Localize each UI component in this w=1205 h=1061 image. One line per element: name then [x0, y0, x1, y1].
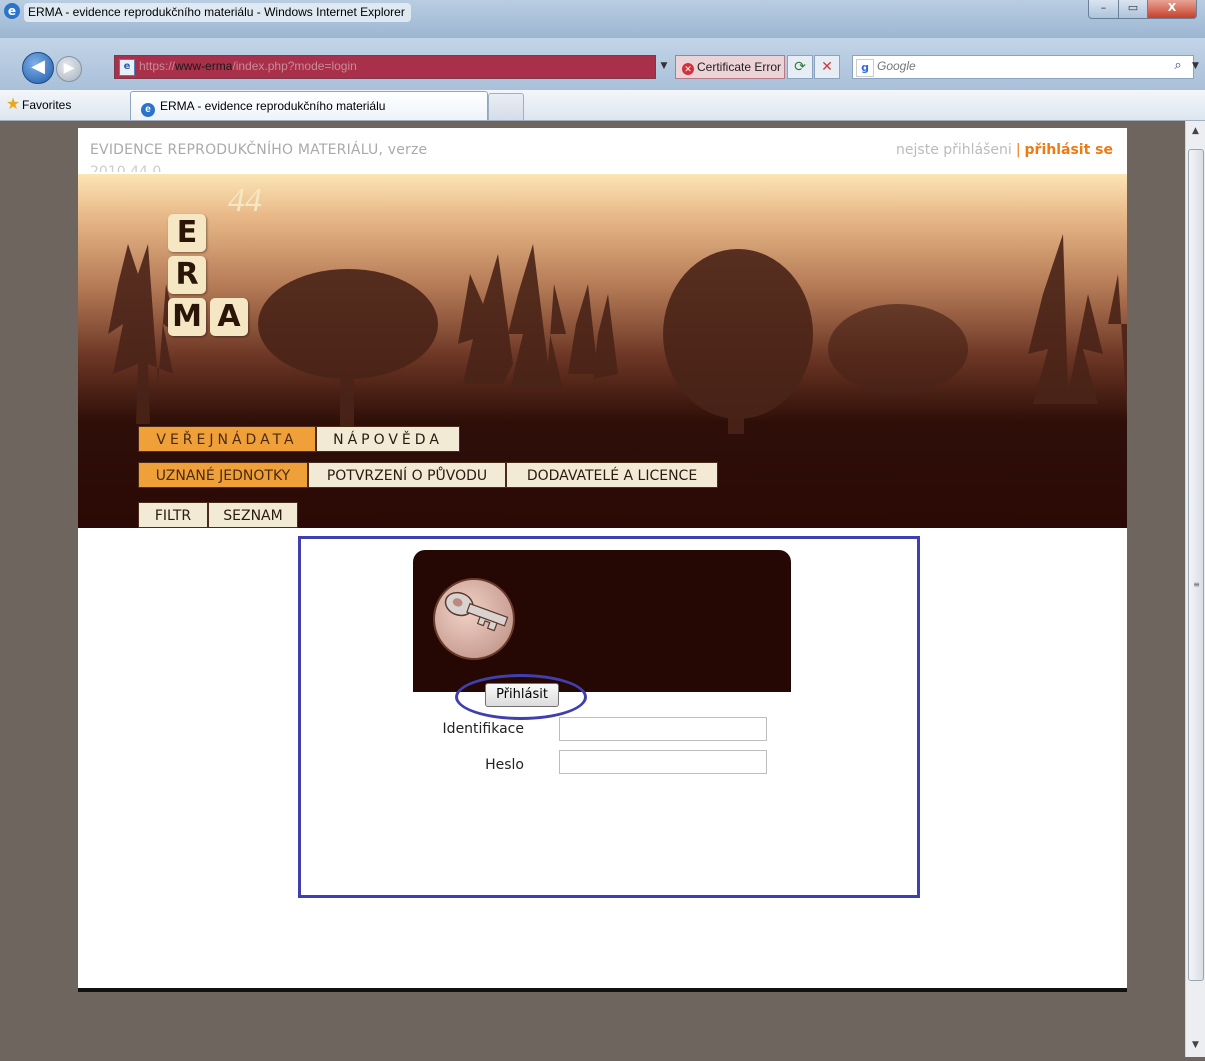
- search-input[interactable]: Google: [877, 59, 916, 73]
- window-title: ERMA - evidence reprodukčního materiálu …: [24, 3, 411, 22]
- login-key-panel: [413, 550, 791, 692]
- nav-tab-potvrzeni-o-puvodu[interactable]: POTVRZENÍ O PŮVODU: [308, 462, 506, 488]
- scroll-thumb[interactable]: ≡: [1188, 149, 1204, 981]
- key-icon: [433, 578, 515, 660]
- page-bottom-border: [78, 988, 1127, 992]
- close-button[interactable]: X: [1147, 0, 1197, 19]
- favorites-label: Favorites: [22, 98, 72, 112]
- ie-icon: e: [141, 103, 155, 117]
- nav-tab-dodavatele-a-licence[interactable]: DODAVATELÉ A LICENCE: [506, 462, 718, 488]
- star-icon: ★: [5, 96, 21, 113]
- certificate-error-button[interactable]: ✕ Certificate Error: [675, 55, 785, 79]
- refresh-button[interactable]: ⟳: [787, 55, 813, 79]
- status-separator: |: [1015, 142, 1021, 158]
- certificate-error-label: Certificate Error: [697, 60, 782, 74]
- url-suffix: /index.php?mode=login: [232, 59, 357, 73]
- address-text[interactable]: https://www-erma/index.php?mode=login: [139, 59, 357, 73]
- url-prefix: https://: [139, 59, 176, 73]
- nav-tab-seznam[interactable]: SEZNAM: [208, 502, 298, 528]
- heslo-field[interactable]: [559, 750, 767, 774]
- new-tab-button[interactable]: [488, 93, 524, 120]
- browser-tab-active[interactable]: e ERMA - evidence reprodukčního materiálu: [130, 91, 488, 120]
- vertical-scrollbar[interactable]: ▲ ≡ ▼: [1185, 121, 1205, 1057]
- ie-icon: e: [4, 3, 20, 19]
- status-text: nejste přihlášeni: [896, 142, 1012, 158]
- logo-letter-e: E: [168, 214, 206, 252]
- forward-arrow-icon: ▶: [63, 60, 75, 76]
- app-version-title: EVIDENCE REPRODUKČNÍHO MATERIÁLU, verze: [90, 142, 428, 158]
- scroll-down-icon[interactable]: ▼: [1186, 1035, 1205, 1055]
- back-button[interactable]: ◀: [22, 52, 54, 84]
- login-status: nejste přihlášeni | přihlásit se: [896, 142, 1113, 158]
- refresh-icon: ⟳: [794, 59, 806, 75]
- heslo-label: Heslo: [485, 757, 524, 773]
- search-box[interactable]: g Google: [852, 55, 1194, 79]
- page-icon: e: [119, 59, 135, 76]
- logo-letter-a: A: [210, 298, 248, 336]
- maximize-button[interactable]: ▭: [1118, 0, 1148, 19]
- identifikace-label: Identifikace: [442, 721, 524, 737]
- scroll-up-icon[interactable]: ▲: [1186, 121, 1205, 141]
- identifikace-field[interactable]: [559, 717, 767, 741]
- nav-tab-uznane-jednotky[interactable]: UZNANÉ JEDNOTKY: [138, 462, 308, 488]
- nav-tab-filtr[interactable]: FILTR: [138, 502, 208, 528]
- address-bar[interactable]: e https://www-erma/index.php?mode=login: [114, 55, 656, 79]
- logo-number: 44: [228, 182, 262, 219]
- forward-button[interactable]: ▶: [56, 56, 82, 82]
- search-icon[interactable]: ⌕: [1170, 57, 1186, 75]
- logo-letter-r: R: [168, 256, 206, 294]
- stop-button[interactable]: ✕: [814, 55, 840, 79]
- minimize-button[interactable]: –: [1088, 0, 1119, 19]
- nav-tab-verejna-data[interactable]: VEŘEJNÁDATA: [138, 426, 316, 452]
- favorites-button[interactable]: ★ Favorites: [4, 94, 75, 116]
- certificate-error-icon: ✕: [682, 63, 694, 75]
- search-dropdown-icon[interactable]: ▼: [1192, 57, 1202, 75]
- nav-tab-napoveda[interactable]: NÁPOVĚDA: [316, 426, 460, 452]
- address-dropdown-icon[interactable]: ▼: [656, 56, 672, 76]
- login-link[interactable]: přihlásit se: [1025, 142, 1113, 158]
- web-page: EVIDENCE REPRODUKČNÍHO MATERIÁLU, verze …: [78, 128, 1127, 990]
- logo-letter-m: M: [168, 298, 206, 336]
- url-host: www-erma: [175, 59, 233, 73]
- key-graphic: [444, 591, 509, 632]
- google-icon: g: [856, 59, 874, 77]
- scroll-grip-icon: ≡: [1193, 580, 1200, 589]
- stop-icon: ✕: [821, 59, 833, 75]
- header-banner: E R M A 44 VEŘEJNÁDATA NÁPOVĚDA UZNANÉ J…: [78, 174, 1127, 528]
- tab-title: ERMA - evidence reprodukčního materiálu: [160, 99, 386, 113]
- back-arrow-icon: ◀: [31, 56, 45, 77]
- login-submit-button[interactable]: Přihlásit: [485, 683, 559, 707]
